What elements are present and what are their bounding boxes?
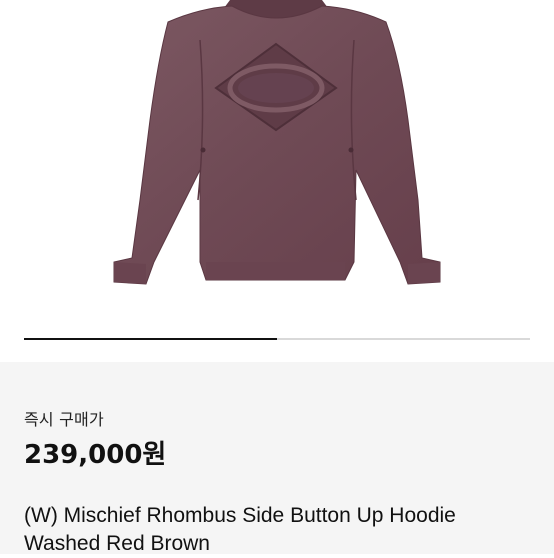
image-slider-indicator[interactable] — [24, 338, 530, 340]
price-label: 즉시 구매가 — [24, 410, 104, 429]
product-image-carousel[interactable] — [0, 0, 554, 330]
product-title[interactable]: (W) Mischief Rhombus Side Button Up Hood… — [24, 502, 524, 558]
image-slider-progress — [24, 338, 277, 340]
hoodie-product-image — [113, 0, 441, 285]
product-price: 239,000원 — [24, 440, 167, 470]
